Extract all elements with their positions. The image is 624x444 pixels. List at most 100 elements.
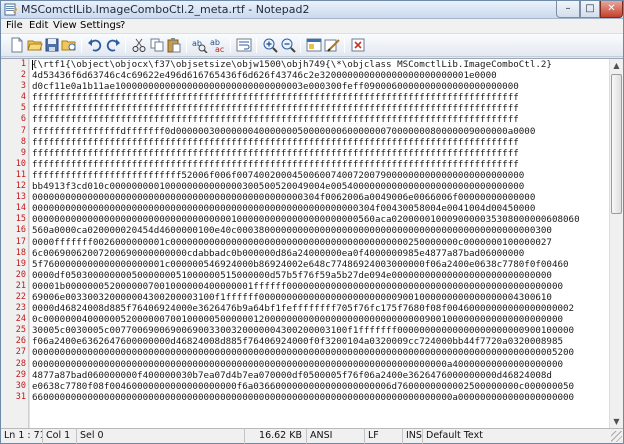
zoom-in-icon[interactable] — [262, 37, 278, 53]
line-text[interactable]: f06a2400e6362647600000000d46824008d885f7… — [32, 336, 609, 347]
editor-line[interactable]: 5 fffffffffffffffffffffffffffffffffffffff… — [1, 103, 609, 114]
line-text[interactable]: 0000000000000000000000000000000000000000… — [32, 347, 609, 358]
line-text[interactable]: {\rtf1{\object\objocx\f37\objsetsize\obj… — [32, 59, 609, 70]
editor-line[interactable]: 28 00000000000000000000000000000000000000… — [1, 359, 609, 370]
line-number: 26 — [15, 336, 26, 347]
text-editor[interactable]: 1 {\rtf1{\object\objocx\f37\objsetsize\ob… — [1, 58, 623, 428]
exit-icon[interactable] — [350, 37, 366, 53]
close-button[interactable]: ✕ — [600, 1, 623, 18]
editor-line[interactable]: 17 0000fffffff0026000000001c0000000000000… — [1, 237, 609, 248]
line-text[interactable]: 0000fffffff0026000000001c000000000000000… — [32, 237, 609, 248]
editor-line[interactable]: 13 00000000000000000000000000000000000000… — [1, 192, 609, 203]
editor-line[interactable]: 29 4877a87bad060000000f400000030b7ea07d4b… — [1, 370, 609, 381]
menu-view[interactable]: View — [51, 19, 79, 33]
scroll-down-icon[interactable]: ▼ — [610, 415, 623, 428]
editor-line[interactable]: 9 fffffffffffffffffffffffffffffffffffffff… — [1, 148, 609, 159]
editor-line[interactable]: 21 00001b00000005200000070010000004000000… — [1, 281, 609, 292]
line-text[interactable]: ffffffffffffffffffffffffffffffffffffffff… — [32, 114, 609, 125]
line-text[interactable]: ffffffffffffffffffffffffffffffffffffffff… — [32, 148, 609, 159]
resize-grip[interactable] — [611, 431, 622, 442]
line-text[interactable]: 4d53436f6d63746c4c69622e496d616765436f6d… — [32, 70, 609, 81]
redo-icon[interactable] — [105, 37, 121, 53]
minimize-button[interactable]: – — [556, 1, 580, 18]
line-text[interactable]: 00001b0000000520000007001000000400000001… — [32, 281, 609, 292]
editor-line[interactable]: 24 0c000000040000005200000070010000050000… — [1, 314, 609, 325]
line-text[interactable]: 0000df0503000000005000000051000000515000… — [32, 270, 609, 281]
maximize-button[interactable]: □ — [580, 1, 600, 18]
status-scheme[interactable]: Default Text — [423, 429, 623, 444]
line-text[interactable]: 6c00690062007200690000000000cdabbadc0b00… — [32, 248, 609, 259]
editor-line[interactable]: 14 00000000000000000000000000000000000000… — [1, 203, 609, 214]
line-text[interactable]: ffffffffffffffffffffffffffffffffffffffff… — [32, 137, 609, 148]
line-text[interactable]: ffffffffffffffffdfffffff0d00000030000000… — [32, 126, 609, 137]
title-bar[interactable]: MSComctlLib.ImageComboCtl.2_meta.rtf - N… — [1, 1, 623, 19]
open-folder-icon[interactable] — [27, 37, 43, 53]
line-text[interactable]: d0cf11e0a1b11ae1000000000000000000000000… — [32, 81, 609, 92]
editor-line[interactable]: 11 fffffffffffffffffffffffffff52006f006f0… — [1, 170, 609, 181]
line-text[interactable]: 0000000000000000000000000000000000000000… — [32, 192, 609, 203]
line-text[interactable]: ffffffffffffffffffffffffffffffffffffffff… — [32, 103, 609, 114]
menu-file[interactable]: File — [4, 19, 25, 33]
new-file-icon[interactable] — [9, 37, 25, 53]
line-text[interactable]: 0c00000004000000520000007001000005000000… — [32, 314, 609, 325]
editor-line[interactable]: 16 560a0000ca020000020454d4600000100e40c0… — [1, 225, 609, 236]
status-encoding[interactable]: ANSI — [307, 429, 365, 444]
editor-line[interactable]: 20 0000df05030000000050000000510000005150… — [1, 270, 609, 281]
editor-line[interactable]: 25 30005c0030005c007700690069006900330032… — [1, 325, 609, 336]
find-icon[interactable]: ab — [192, 37, 208, 53]
undo-icon[interactable] — [87, 37, 103, 53]
status-insert-mode[interactable]: INS — [403, 429, 423, 444]
editor-line[interactable]: 31 66000000000000000000000000000000000000… — [1, 392, 609, 403]
editor-line[interactable]: 19 5f7600000000000000000001c0000005469240… — [1, 259, 609, 270]
zoom-out-icon[interactable] — [280, 37, 296, 53]
line-text[interactable]: 6600000000000000000000000000000000000000… — [32, 392, 609, 403]
line-text[interactable]: 0000d46824008d885f76406924000e3626476b9a… — [32, 303, 609, 314]
editor-line[interactable]: 27 00000000000000000000000000000000000000… — [1, 347, 609, 358]
vertical-scrollbar[interactable]: ▲ ▼ — [609, 59, 623, 428]
window-title: MSComctlLib.ImageComboCtl.2_meta.rtf - N… — [21, 3, 310, 16]
line-text[interactable]: 560a0000ca020000020454d4600000100e40c000… — [32, 225, 609, 236]
editor-line[interactable]: 23 0000d46824008d885f76406924000e3626476b… — [1, 303, 609, 314]
line-text[interactable]: fffffffffffffffffffffffffff52006f006f007… — [32, 170, 609, 181]
browse-icon[interactable] — [61, 37, 77, 53]
editor-line[interactable]: 15 00000000000000000000000000000000000010… — [1, 214, 609, 225]
editor-line[interactable]: 2 4d53436f6d63746c4c69622e496d616765436f6… — [1, 70, 609, 81]
word-wrap-icon[interactable] — [236, 37, 252, 53]
line-text[interactable]: bb4913f3cd010c00000000010000000000000030… — [32, 181, 609, 192]
menu-edit[interactable]: Edit — [27, 19, 50, 33]
scroll-up-icon[interactable]: ▲ — [610, 59, 623, 73]
scheme-icon[interactable] — [306, 37, 322, 53]
paste-icon[interactable] — [166, 37, 182, 53]
menu-settings[interactable]: Settings — [78, 19, 123, 33]
editor-line[interactable]: 12 bb4913f3cd010c000000000100000000000000… — [1, 181, 609, 192]
line-text[interactable]: 0000000000000000000000000000000000000000… — [32, 359, 609, 370]
editor-line[interactable]: 7 ffffffffffffffffdfffffff0d0000003000000… — [1, 126, 609, 137]
line-text[interactable]: 69006e003300320000004300200003100f1fffff… — [32, 292, 609, 303]
line-text[interactable]: 5f7600000000000000000001c000000546924000… — [32, 259, 609, 270]
editor-line[interactable]: 6 fffffffffffffffffffffffffffffffffffffff… — [1, 114, 609, 125]
cut-icon[interactable] — [131, 37, 147, 53]
line-text[interactable]: 0000000000000000000000000000000000001000… — [32, 214, 609, 225]
customize-icon[interactable] — [324, 37, 340, 53]
scrollbar-thumb[interactable] — [611, 74, 622, 214]
copy-icon[interactable] — [149, 37, 165, 53]
editor-line[interactable]: 4 fffffffffffffffffffffffffffffffffffffff… — [1, 92, 609, 103]
replace-icon[interactable]: ab ac — [210, 37, 226, 53]
editor-line[interactable]: 8 fffffffffffffffffffffffffffffffffffffff… — [1, 137, 609, 148]
line-text[interactable]: 30005c0030005c00770069006900690033003200… — [32, 325, 609, 336]
line-text[interactable]: ffffffffffffffffffffffffffffffffffffffff… — [32, 92, 609, 103]
line-text[interactable]: ffffffffffffffffffffffffffffffffffffffff… — [32, 159, 609, 170]
editor-line[interactable]: 1 {\rtf1{\object\objocx\f37\objsetsize\ob… — [1, 59, 609, 70]
editor-line[interactable]: 10 ffffffffffffffffffffffffffffffffffffff… — [1, 159, 609, 170]
line-text[interactable]: e0638c7780f08f00460000000000000000000f6a… — [32, 381, 609, 392]
status-line-endings[interactable]: LF — [365, 429, 403, 444]
editor-line[interactable]: 26 f06a2400e6362647600000000d46824008d885… — [1, 336, 609, 347]
save-icon[interactable] — [44, 37, 60, 53]
editor-line[interactable]: 3 d0cf11e0a1b11ae100000000000000000000000… — [1, 81, 609, 92]
editor-line[interactable]: 18 6c00690062007200690000000000cdabbadc0b… — [1, 248, 609, 259]
menu-help[interactable]: ? — [118, 19, 127, 33]
editor-line[interactable]: 22 69006e003300320000004300200003100f1fff… — [1, 292, 609, 303]
line-text[interactable]: 0000000000000000000000000000000000000000… — [32, 203, 609, 214]
editor-line[interactable]: 30 e0638c7780f08f00460000000000000000000f… — [1, 381, 609, 392]
line-text[interactable]: 4877a87bad060000000f400000030b7ea07d4b7e… — [32, 370, 609, 381]
